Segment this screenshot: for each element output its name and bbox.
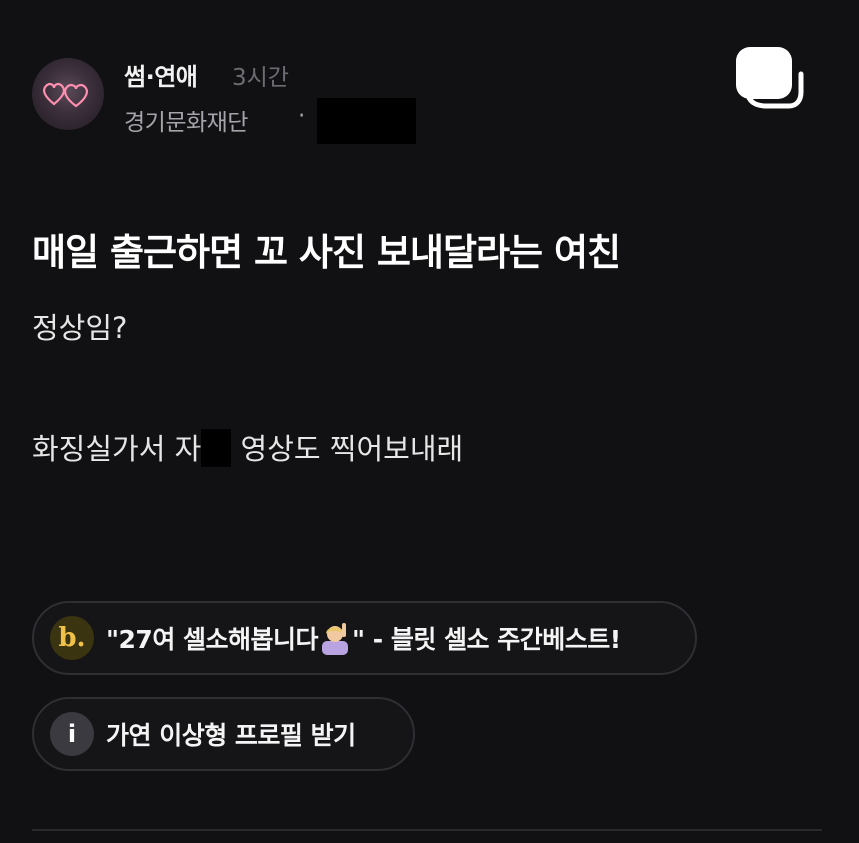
channel-name[interactable]: 썸·연애	[124, 57, 198, 92]
post-title: 매일 출근하면 꼬 사진 보내달라는 여친	[32, 231, 621, 274]
redacted-author-name	[317, 98, 416, 144]
body-text-before: 화징실가서 자	[32, 432, 202, 466]
body-text-after: 영상도 찍어보내래	[240, 432, 464, 466]
promo-label: "27여 셀소해봅니다 " - 블릿 셀소 주간베스트!	[106, 620, 621, 656]
meta-separator: ·	[298, 103, 306, 129]
b-logo-icon: b.	[50, 616, 94, 660]
post-time: 3시간	[232, 65, 289, 91]
scrap-icon[interactable]	[733, 44, 805, 116]
post-body-line: 화징실가서 자 영상도 찍어보내래	[32, 426, 463, 468]
raising-hand-emoji-icon	[320, 621, 350, 655]
info-icon: i	[50, 712, 94, 756]
promo-link-ideal-profile[interactable]: i 가연 이상형 프로필 받기	[32, 697, 415, 771]
channel-avatar[interactable]	[32, 58, 104, 130]
redacted-word	[201, 429, 232, 467]
promo-label: 가연 이상형 프로필 받기	[106, 721, 356, 750]
divider	[32, 829, 822, 831]
promo-label-after: " - 블릿 셀소 주간베스트!	[352, 625, 621, 654]
hearts-icon	[43, 82, 88, 108]
promo-link-blind-selfintro[interactable]: b. "27여 셀소해봅니다 " - 블릿 셀소 주간베스트!	[32, 601, 697, 675]
promo-label-before: "27여 셀소해봅니다	[106, 625, 319, 654]
post-body-line: 정상임?	[32, 311, 128, 345]
author-company: 경기문화재단	[124, 110, 248, 136]
